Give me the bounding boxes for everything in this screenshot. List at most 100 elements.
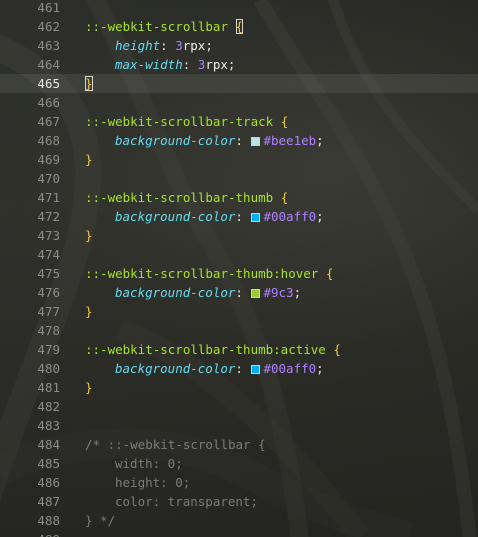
semicolon: ;: [316, 209, 324, 224]
code-comment: height: 0;: [115, 475, 191, 490]
colon: :: [235, 361, 251, 376]
line-number: 488: [37, 513, 60, 528]
code-line[interactable]: 485 width: 0;: [0, 454, 478, 473]
css-selector: ::-webkit-scrollbar-thumb: [85, 190, 274, 205]
numeric-value: 3: [175, 38, 183, 53]
code-content: background-color: #9c3;: [85, 283, 301, 302]
line-number: 480: [37, 361, 60, 376]
code-comment: color: transparent;: [115, 494, 258, 509]
code-line[interactable]: 465}: [0, 74, 478, 93]
color-value: #9c3: [263, 285, 294, 300]
code-content: ::-webkit-scrollbar-thumb {: [85, 188, 288, 207]
color-swatch-icon[interactable]: [251, 365, 261, 374]
code-line[interactable]: 471::-webkit-scrollbar-thumb {: [0, 188, 478, 207]
code-comment: width: 0;: [115, 456, 183, 471]
code-content: max-width: 3rpx;: [85, 55, 235, 74]
code-line[interactable]: 484 /* ::-webkit-scrollbar {: [0, 435, 478, 454]
code-line[interactable]: 478: [0, 321, 478, 340]
colon: :: [235, 285, 251, 300]
code-line[interactable]: 486 height: 0;: [0, 473, 478, 492]
line-number: 474: [37, 247, 60, 262]
code-line[interactable]: 487 color: transparent;: [0, 492, 478, 511]
code-content: ::-webkit-scrollbar-thumb:active {: [85, 340, 341, 359]
colon: :: [235, 209, 251, 224]
close-brace: }: [85, 228, 93, 243]
code-lines: 461 462::-webkit-scrollbar {463 height: 3r…: [0, 0, 478, 537]
open-brace: {: [235, 19, 244, 34]
unit-value: rpx: [182, 38, 206, 53]
code-line[interactable]: 468 background-color: #bee1eb;: [0, 131, 478, 150]
line-number: 466: [37, 95, 60, 110]
code-line[interactable]: 464 max-width: 3rpx;: [0, 55, 478, 74]
css-property-name: background-color: [115, 133, 236, 148]
line-number: 482: [37, 399, 60, 414]
css-selector: ::-webkit-scrollbar: [85, 19, 228, 34]
open-brace: {: [325, 266, 334, 281]
code-line[interactable]: 488} */: [0, 511, 478, 530]
code-line[interactable]: 475::-webkit-scrollbar-thumb:hover {: [0, 264, 478, 283]
line-number: 463: [37, 38, 60, 53]
line-number: 481: [37, 380, 60, 395]
code-line[interactable]: 466: [0, 93, 478, 112]
code-line[interactable]: 489: [0, 530, 478, 537]
code-editor[interactable]: 461 462::-webkit-scrollbar {463 height: 3r…: [0, 0, 478, 537]
code-line[interactable]: 462::-webkit-scrollbar {: [0, 17, 478, 36]
code-line[interactable]: 477}: [0, 302, 478, 321]
css-property-name: height: [115, 38, 161, 53]
code-line[interactable]: 483: [0, 416, 478, 435]
code-line[interactable]: 467::-webkit-scrollbar-track {: [0, 112, 478, 131]
line-number: 478: [37, 323, 60, 338]
line-number: 473: [37, 228, 60, 243]
code-line[interactable]: 481}: [0, 378, 478, 397]
line-number: 462: [37, 19, 60, 34]
line-number: 461: [37, 0, 60, 15]
code-content: ::-webkit-scrollbar {: [85, 17, 244, 36]
code-line[interactable]: 479::-webkit-scrollbar-thumb:active {: [0, 340, 478, 359]
line-number: 485: [37, 456, 60, 471]
color-value: #00aff0: [263, 209, 317, 224]
code-content: }: [85, 378, 93, 397]
code-content: }: [85, 302, 93, 321]
colon: :: [160, 38, 176, 53]
close-brace: }: [85, 152, 93, 167]
code-content: }: [85, 150, 93, 169]
line-number: 468: [37, 133, 60, 148]
color-swatch-icon[interactable]: [251, 137, 261, 146]
code-line[interactable]: 473}: [0, 226, 478, 245]
unit-value: rpx: [205, 57, 228, 72]
code-content: color: transparent;: [85, 492, 258, 511]
code-comment: /* ::-webkit-scrollbar {: [85, 437, 266, 452]
code-line[interactable]: 480 background-color: #00aff0;: [0, 359, 478, 378]
line-number: 469: [37, 152, 60, 167]
line-number: 471: [37, 190, 60, 205]
semicolon: ;: [205, 38, 213, 53]
code-content: ::-webkit-scrollbar-thumb:hover {: [85, 264, 333, 283]
code-line[interactable]: 472 background-color: #00aff0;: [0, 207, 478, 226]
line-number: 464: [37, 57, 60, 72]
code-line[interactable]: 482: [0, 397, 478, 416]
code-content: background-color: #00aff0;: [85, 207, 324, 226]
color-swatch-icon[interactable]: [251, 213, 261, 222]
code-content: /* ::-webkit-scrollbar {: [85, 435, 266, 454]
code-line[interactable]: 463 height: 3rpx;: [0, 36, 478, 55]
line-number: 467: [37, 114, 60, 129]
code-line[interactable]: 476 background-color: #9c3;: [0, 283, 478, 302]
close-brace: }: [85, 76, 93, 91]
open-brace: {: [280, 190, 289, 205]
color-swatch-icon[interactable]: [251, 289, 261, 298]
css-property-name: background-color: [115, 361, 236, 376]
css-property-name: background-color: [115, 209, 236, 224]
css-selector: ::-webkit-scrollbar-track: [85, 114, 274, 129]
code-content: width: 0;: [85, 454, 183, 473]
open-brace: {: [280, 114, 289, 129]
code-content: height: 0;: [85, 473, 190, 492]
semicolon: ;: [227, 57, 236, 72]
code-line[interactable]: 474: [0, 245, 478, 264]
close-brace: }: [85, 304, 93, 319]
code-content: ::-webkit-scrollbar-track {: [85, 112, 288, 131]
code-line[interactable]: 461: [0, 0, 478, 17]
code-line[interactable]: 470: [0, 169, 478, 188]
line-number: 479: [37, 342, 60, 357]
css-property-name: max-width: [115, 57, 183, 72]
code-line[interactable]: 469}: [0, 150, 478, 169]
